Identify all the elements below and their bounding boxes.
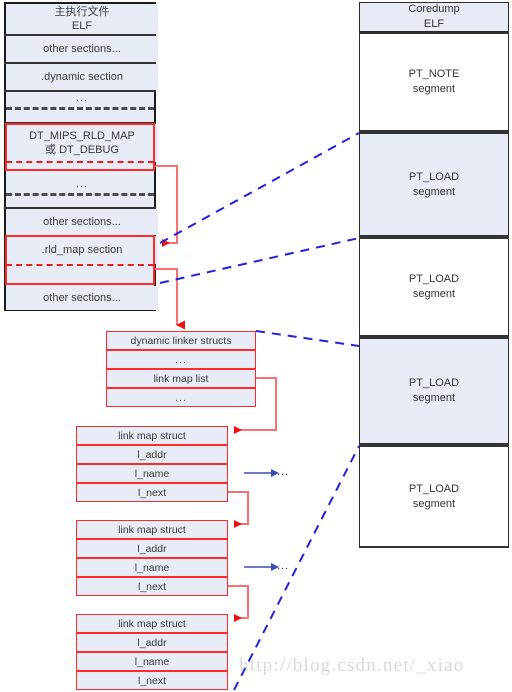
elf-dashed-divider-1 — [6, 107, 154, 110]
field-label: l_name — [134, 561, 170, 574]
link-map-struct-2-l-name: l_name — [76, 558, 228, 577]
linker-struct-ellipsis-1: ... — [106, 350, 256, 369]
field-label: l_name — [134, 467, 170, 480]
dt-entry-dashed-divider — [6, 161, 154, 163]
ellipsis-text: ... — [277, 560, 290, 572]
main-elf-header-line1: 主执行文件 — [54, 5, 110, 18]
link-map-struct-2-l-addr: l_addr — [76, 539, 228, 558]
elf-row-label: other sections... — [43, 42, 121, 55]
ellipsis-text: ... — [175, 391, 187, 404]
segment-name: PT_LOAD — [408, 170, 460, 183]
link-map-struct-3-title: link map struct — [76, 614, 228, 633]
mapping-lines — [159, 132, 360, 691]
ellipsis-text: ... — [175, 353, 187, 366]
elf-dashed-divider-2 — [6, 193, 154, 196]
segment-sub: segment — [412, 185, 456, 198]
field-label: l_name — [134, 655, 170, 668]
mapping-linker-to-ptload3 — [255, 330, 360, 347]
link-map-struct-3-l-next: l_next — [76, 671, 228, 690]
dt-entry-highlight — [5, 123, 155, 171]
diagram-canvas: 主执行文件 ELF other sections... .dynamic sec… — [0, 0, 512, 692]
link-map-title-label: link map struct — [118, 617, 186, 630]
coredump-segment-pt-load-1: PT_LOAD segment — [359, 132, 509, 237]
link-map-struct-1-title: link map struct — [76, 426, 228, 445]
coredump-segment-pt-load-3: PT_LOAD segment — [359, 337, 509, 445]
field-label: l_addr — [137, 636, 167, 649]
segment-sub: segment — [412, 497, 456, 510]
segment-name: PT_LOAD — [408, 482, 460, 495]
elf-row-label: other sections... — [43, 291, 121, 304]
field-label: l_addr — [137, 448, 167, 461]
linker-struct-link-map-list: link map list — [106, 369, 256, 388]
link-map-title-label: link map struct — [118, 429, 186, 442]
field-label: l_addr — [137, 542, 167, 555]
connector-rldmap-to-linker — [155, 268, 185, 330]
coredump-segment-pt-load-2: PT_LOAD segment — [359, 237, 509, 337]
elf-row-other-sections-2: other sections... — [6, 209, 158, 235]
mapping-struct3-to-ptload4 — [233, 445, 360, 691]
coredump-segment-pt-note: PT_NOTE segment — [359, 32, 509, 132]
elf-row-label: other sections... — [43, 215, 121, 228]
link-map-struct-1-l-name: l_name — [76, 464, 228, 483]
mapping-rldmap-to-ptload1 — [159, 132, 360, 244]
elf-row-ellipsis-2: ... — [6, 178, 158, 190]
link-map-list-label: link map list — [153, 372, 209, 385]
field-label: l_next — [137, 674, 167, 687]
main-elf-header: 主执行文件 ELF — [6, 4, 158, 34]
elf-row-ellipsis-1: ... — [6, 92, 158, 104]
connector-struct2-to-struct3 — [228, 585, 249, 622]
elf-row-dynamic-section: .dynamic section — [6, 64, 158, 90]
link-map-struct-1-l-addr: l_addr — [76, 445, 228, 464]
ellipsis-text: ... — [75, 92, 89, 104]
link-map-struct-2-name-target: ... — [277, 560, 289, 572]
mapping-rldmap2-to-ptload2 — [159, 237, 360, 284]
main-elf-header-line2: ELF — [71, 20, 93, 32]
link-map-struct-1-l-next: l_next — [76, 483, 228, 502]
segment-sub: segment — [412, 83, 456, 95]
linker-struct-title-label: dynamic linker structs — [130, 334, 232, 347]
link-map-struct-3-l-addr: l_addr — [76, 633, 228, 652]
elf-row-label: .dynamic section — [41, 70, 123, 83]
connector-dt-to-rldmap — [155, 165, 178, 247]
segment-sub: segment — [412, 392, 456, 404]
segment-name: PT_LOAD — [408, 377, 460, 390]
elf-row-other-sections-1: other sections... — [6, 36, 158, 62]
link-map-title-label: link map struct — [118, 523, 186, 536]
coredump-header-line1: Coredump — [408, 3, 460, 16]
elf-row-other-sections-3: other sections... — [6, 286, 158, 310]
link-map-struct-2-title: link map struct — [76, 520, 228, 539]
watermark: http://blog.csdn.net/_xiao — [239, 655, 465, 676]
coredump-segment-pt-load-4: PT_LOAD segment — [359, 445, 509, 548]
link-map-struct-1-name-target: ... — [277, 466, 289, 478]
linker-struct-title: dynamic linker structs — [106, 331, 256, 350]
coredump-header: Coredump ELF — [359, 2, 509, 32]
rld-map-dashed-divider — [6, 264, 154, 266]
link-map-struct-2-l-next: l_next — [76, 577, 228, 596]
coredump-header-line2: ELF — [423, 18, 445, 30]
ellipsis-text: ... — [277, 466, 290, 478]
segment-name: PT_NOTE — [408, 68, 460, 81]
link-map-struct-3-l-name: l_name — [76, 652, 228, 671]
segment-sub: segment — [412, 288, 456, 300]
field-label: l_next — [137, 486, 167, 499]
field-label: l_next — [137, 580, 167, 593]
segment-name: PT_LOAD — [408, 273, 460, 286]
ellipsis-text: ... — [75, 178, 89, 190]
rld-map-highlight — [5, 235, 155, 285]
connector-struct1-to-struct2 — [228, 491, 249, 528]
linker-struct-ellipsis-2: ... — [106, 388, 256, 407]
